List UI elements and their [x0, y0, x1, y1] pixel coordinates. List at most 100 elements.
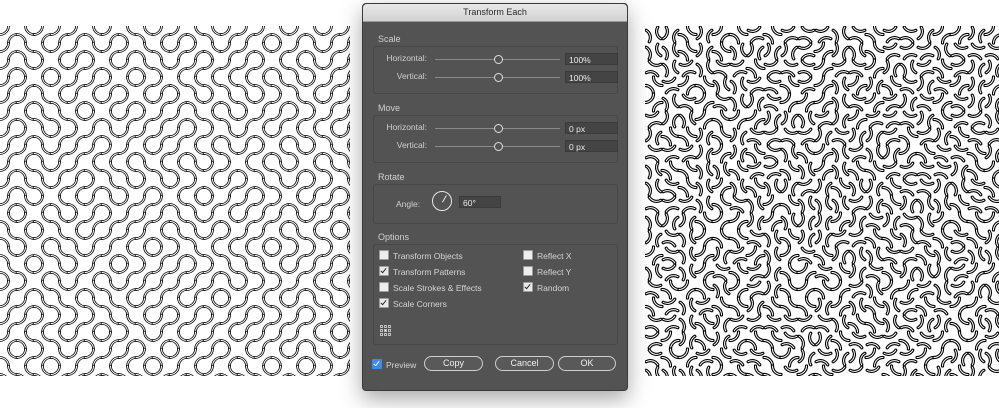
scale-section: Horizontal: 100% Vertical: 100%: [373, 46, 618, 94]
pattern-tile: [900, 43, 917, 60]
pattern-tile: [16, 348, 35, 367]
scale-strokes-option[interactable]: Scale Strokes & Effects: [379, 282, 482, 294]
move-horizontal-slider-thumb[interactable]: [493, 124, 503, 133]
pattern-tile: [746, 59, 765, 78]
reflect-y-option[interactable]: Reflect Y: [523, 266, 571, 278]
pattern-tile: [797, 297, 816, 316]
pattern-tile: [169, 26, 188, 44]
move-horizontal-field[interactable]: 0 px: [565, 122, 618, 134]
pattern-tile: [118, 178, 137, 197]
pattern-tile: [712, 110, 731, 129]
pattern-tile: [899, 26, 918, 44]
pattern-tile: [831, 263, 850, 282]
pattern-tile: [797, 263, 816, 282]
pattern-tile: [118, 314, 137, 333]
pattern-tile: [848, 195, 867, 214]
pattern-tile: [322, 195, 341, 214]
scale-horizontal-slider-thumb[interactable]: [493, 55, 503, 64]
random-option[interactable]: Random: [523, 282, 569, 294]
reflect-y-checkbox[interactable]: [523, 266, 533, 276]
pattern-tile: [16, 178, 35, 197]
reflect-x-option[interactable]: Reflect X: [523, 250, 572, 262]
pattern-tile: [220, 144, 239, 163]
cancel-button[interactable]: Cancel: [495, 356, 554, 371]
pattern-tile: [780, 280, 799, 299]
pattern-tile: [169, 280, 188, 299]
scale-corners-option[interactable]: Scale Corners: [379, 298, 447, 310]
angle-dial[interactable]: [432, 191, 452, 211]
pattern-tile: [288, 178, 307, 197]
scale-horizontal-field[interactable]: 100%: [565, 53, 618, 65]
move-vertical-field[interactable]: 0 px: [565, 140, 618, 152]
pattern-tile: [84, 26, 103, 44]
random-checkbox[interactable]: [523, 282, 533, 292]
scale-corners-checkbox[interactable]: [379, 298, 389, 308]
preview-option[interactable]: Preview: [372, 359, 416, 371]
pattern-tile: [16, 26, 35, 44]
pattern-tile: [288, 212, 307, 231]
transform-patterns-checkbox[interactable]: [379, 266, 389, 276]
pattern-tile: [764, 128, 781, 145]
pattern-tile: [135, 76, 154, 95]
preview-checkbox[interactable]: [372, 359, 382, 369]
pattern-tile: [882, 178, 901, 197]
pattern-tile: [729, 331, 748, 350]
scale-vertical-slider-thumb[interactable]: [493, 73, 503, 82]
pattern-tile: [339, 144, 350, 163]
pattern-tile: [305, 331, 324, 350]
pattern-tile: [899, 93, 918, 112]
move-vertical-slider-thumb[interactable]: [493, 142, 503, 151]
pattern-tile: [933, 263, 952, 282]
pattern-tile: [322, 246, 341, 265]
pattern-tile: [101, 314, 120, 333]
pattern-tile: [169, 297, 188, 316]
pattern-tile: [169, 314, 188, 333]
pattern-tile: [661, 195, 680, 214]
pattern-tile: [695, 76, 714, 95]
transform-objects-option[interactable]: Transform Objects: [379, 250, 463, 262]
angle-field[interactable]: 60°: [459, 196, 501, 208]
pattern-tile: [237, 161, 256, 180]
reflect-x-checkbox[interactable]: [523, 250, 533, 260]
copy-button[interactable]: Copy: [424, 356, 483, 371]
pattern-tile: [50, 144, 69, 163]
pattern-tile: [67, 127, 86, 146]
pattern-tile: [186, 110, 205, 129]
transform-objects-checkbox[interactable]: [379, 250, 389, 260]
pattern-preview-right: [645, 26, 999, 376]
transform-patterns-option[interactable]: Transform Patterns: [379, 266, 465, 278]
pattern-tile: [118, 365, 137, 376]
pattern-tile: [118, 59, 137, 78]
pattern-tile: [33, 348, 52, 367]
scale-vertical-field[interactable]: 100%: [565, 71, 618, 83]
pattern-tile: [152, 59, 171, 78]
random-label: Random: [537, 283, 570, 293]
reference-point-grid-icon[interactable]: [380, 325, 391, 336]
pattern-tile: [0, 59, 18, 78]
options-section: Transform Objects Transform Patterns Sca…: [373, 244, 618, 345]
pattern-tile: [135, 212, 154, 231]
pattern-tile: [50, 127, 69, 146]
pattern-tile: [237, 246, 256, 265]
pattern-tile: [271, 331, 290, 350]
pattern-tile: [271, 365, 290, 376]
pattern-tile: [339, 212, 350, 231]
dialog-title: Transform Each: [363, 4, 627, 22]
scale-strokes-checkbox[interactable]: [379, 282, 389, 292]
pattern-tile: [865, 93, 884, 112]
pattern-tile: [695, 331, 714, 350]
scale-vertical-row: Vertical: 100%: [374, 70, 618, 84]
ok-button[interactable]: OK: [558, 356, 616, 371]
pattern-tile: [899, 127, 918, 146]
pattern-tile: [237, 348, 256, 367]
pattern-tile: [645, 178, 663, 197]
pattern-tile: [271, 59, 290, 78]
pattern-tile: [339, 314, 350, 333]
pattern-tile: [50, 280, 69, 299]
pattern-tile: [135, 246, 154, 265]
pattern-tile: [780, 263, 799, 282]
pattern-tile: [16, 263, 35, 282]
pattern-tile: [305, 178, 324, 197]
pattern-tile: [101, 161, 120, 180]
pattern-tile: [288, 195, 307, 214]
